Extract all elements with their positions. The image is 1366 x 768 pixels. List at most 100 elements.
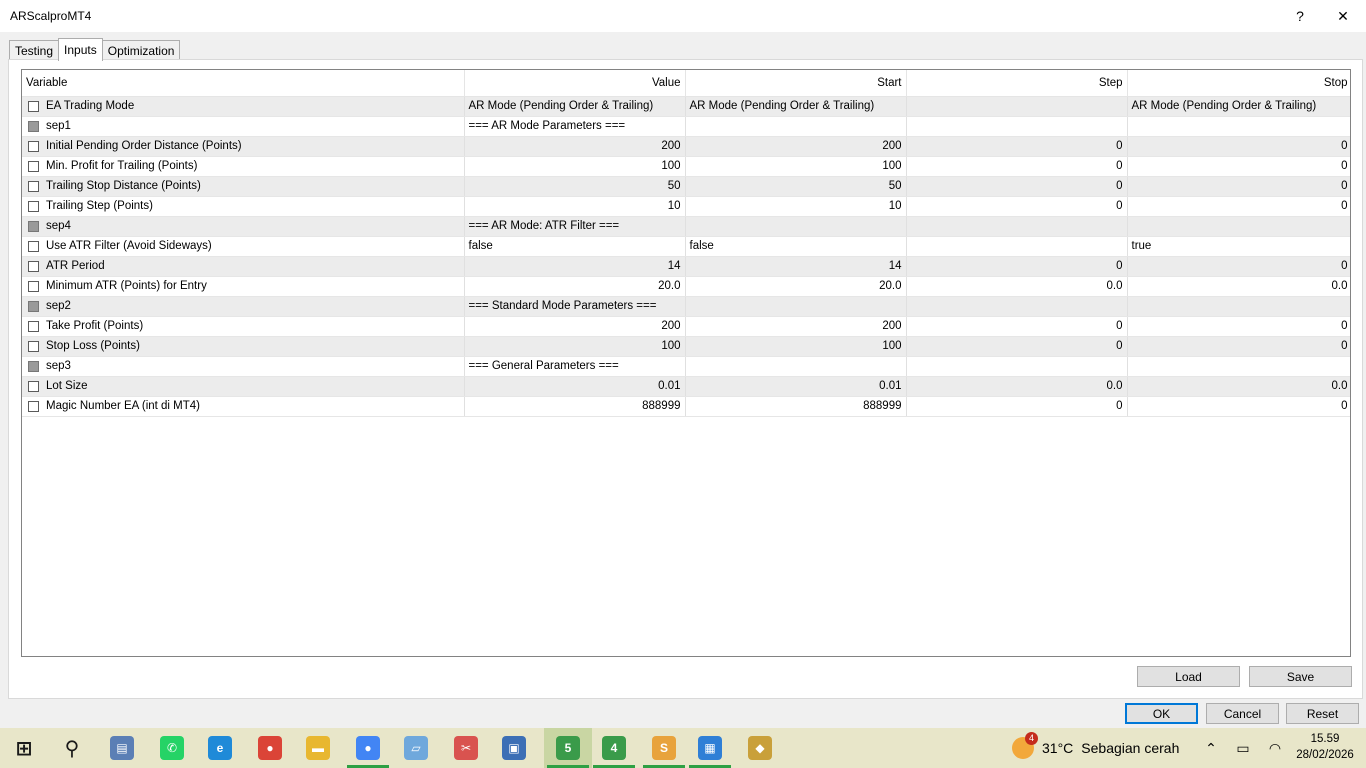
reset-button[interactable]: Reset [1286,703,1359,724]
cell-value[interactable]: === AR Mode Parameters === [464,116,686,137]
optimize-checkbox[interactable] [28,340,39,352]
cell-stop[interactable]: 0 [1127,156,1350,177]
cancel-button[interactable]: Cancel [1206,703,1279,724]
taskbar-app[interactable]: ▦ [686,728,734,768]
cell-value[interactable]: === General Parameters === [464,356,686,377]
optimize-checkbox[interactable] [28,260,39,272]
optimize-checkbox[interactable] [28,320,39,332]
table-row[interactable]: Take Profit (Points) 200 200 0 0 [22,316,1350,337]
cell-step[interactable]: 0 [906,336,1128,357]
optimize-checkbox[interactable] [28,100,39,112]
cell-step[interactable] [906,96,1128,117]
cell-value[interactable]: 200 [464,136,686,157]
cell-step[interactable] [906,236,1128,257]
cell-value[interactable]: === Standard Mode Parameters === [464,296,686,317]
optimize-checkbox[interactable] [28,400,39,412]
weather-widget[interactable]: 4 31°C Sebagian cerah [1012,728,1179,768]
cell-value[interactable]: 200 [464,316,686,337]
taskbar-app[interactable]: e [196,728,244,768]
cell-stop[interactable]: 0 [1127,196,1350,217]
cell-step[interactable]: 0 [906,196,1128,217]
optimize-checkbox[interactable] [28,360,39,372]
taskbar-app[interactable]: ⚲ [48,728,96,768]
table-row[interactable]: Initial Pending Order Distance (Points) 2… [22,136,1350,157]
header-stop[interactable]: Stop [1127,70,1350,97]
taskbar-app[interactable]: ▤ [98,728,146,768]
cell-step[interactable]: 0 [906,256,1128,277]
cell-value[interactable]: 20.0 [464,276,686,297]
cell-step[interactable]: 0 [906,136,1128,157]
cell-stop[interactable]: 0 [1127,176,1350,197]
optimize-checkbox[interactable] [28,140,39,152]
header-start[interactable]: Start [685,70,907,97]
cell-value[interactable]: AR Mode (Pending Order & Trailing) [464,96,686,117]
table-row[interactable]: Trailing Step (Points) 10 10 0 0 [22,196,1350,217]
cell-value[interactable]: 14 [464,256,686,277]
table-row[interactable]: Minimum ATR (Points) for Entry 20.0 20.0 0.… [22,276,1350,297]
table-row[interactable]: Magic Number EA (int di MT4) 888999 888999… [22,396,1350,417]
optimize-checkbox[interactable] [28,160,39,172]
cell-stop[interactable] [1127,216,1350,237]
cell-stop[interactable]: true [1127,236,1350,257]
battery-icon[interactable]: ▭ [1232,740,1254,757]
cell-step[interactable] [906,116,1128,137]
load-button[interactable]: Load [1137,666,1240,687]
taskbar-app[interactable]: ⊞ [0,728,48,768]
tab-optimization[interactable]: Optimization [101,40,181,60]
cell-stop[interactable]: 0 [1127,316,1350,337]
cell-step[interactable]: 0.0 [906,276,1128,297]
cell-step[interactable]: 0 [906,156,1128,177]
table-row[interactable]: Stop Loss (Points) 100 100 0 0 [22,336,1350,357]
cell-start[interactable]: 200 [685,316,907,337]
optimize-checkbox[interactable] [28,300,39,312]
cell-start[interactable]: 100 [685,156,907,177]
cell-step[interactable]: 0 [906,316,1128,337]
taskbar-app[interactable]: ▬ [294,728,342,768]
cell-stop[interactable]: 0.0 [1127,276,1350,297]
cell-start[interactable]: 200 [685,136,907,157]
header-step[interactable]: Step [906,70,1128,97]
optimize-checkbox[interactable] [28,280,39,292]
table-row[interactable]: ATR Period 14 14 0 0 [22,256,1350,277]
optimize-checkbox[interactable] [28,120,39,132]
header-value[interactable]: Value [464,70,686,97]
cell-stop[interactable]: 0.0 [1127,376,1350,397]
cell-start[interactable]: 100 [685,336,907,357]
cell-start[interactable]: 14 [685,256,907,277]
cell-stop[interactable] [1127,296,1350,317]
cell-start[interactable]: 0.01 [685,376,907,397]
cell-stop[interactable] [1127,116,1350,137]
cell-stop[interactable]: 0 [1127,136,1350,157]
cell-stop[interactable]: 0 [1127,336,1350,357]
table-row[interactable]: Trailing Stop Distance (Points) 50 50 0 0 [22,176,1350,197]
taskbar-app[interactable]: ● [344,728,392,768]
cell-step[interactable]: 0 [906,396,1128,417]
table-row[interactable]: sep3 === General Parameters === [22,356,1350,377]
cell-stop[interactable] [1127,356,1350,377]
cell-value[interactable]: 100 [464,156,686,177]
table-row[interactable]: EA Trading Mode AR Mode (Pending Order & … [22,96,1350,117]
cell-value[interactable]: 0.01 [464,376,686,397]
cell-start[interactable]: 888999 [685,396,907,417]
taskbar-app[interactable]: 4 [590,728,638,768]
table-row[interactable]: Min. Profit for Trailing (Points) 100 100 0… [22,156,1350,177]
help-button[interactable]: ? [1277,0,1323,32]
cell-start[interactable]: 50 [685,176,907,197]
chevron-up-icon[interactable]: ⌃ [1200,740,1222,757]
taskbar-app[interactable]: ▣ [490,728,538,768]
cell-start[interactable] [685,216,907,237]
clock[interactable]: 15.59 28/02/2026 [1292,731,1358,763]
cell-step[interactable] [906,296,1128,317]
cell-step[interactable]: 0.0 [906,376,1128,397]
cell-start[interactable] [685,116,907,137]
cell-value[interactable]: false [464,236,686,257]
header-variable[interactable]: Variable [22,70,465,97]
cell-start[interactable]: false [685,236,907,257]
close-button[interactable]: ✕ [1320,0,1366,32]
cell-step[interactable]: 0 [906,176,1128,197]
optimize-checkbox[interactable] [28,220,39,232]
optimize-checkbox[interactable] [28,380,39,392]
table-row[interactable]: sep1 === AR Mode Parameters === [22,116,1350,137]
taskbar-app[interactable]: ✆ [148,728,196,768]
taskbar-app[interactable]: ✂ [442,728,490,768]
